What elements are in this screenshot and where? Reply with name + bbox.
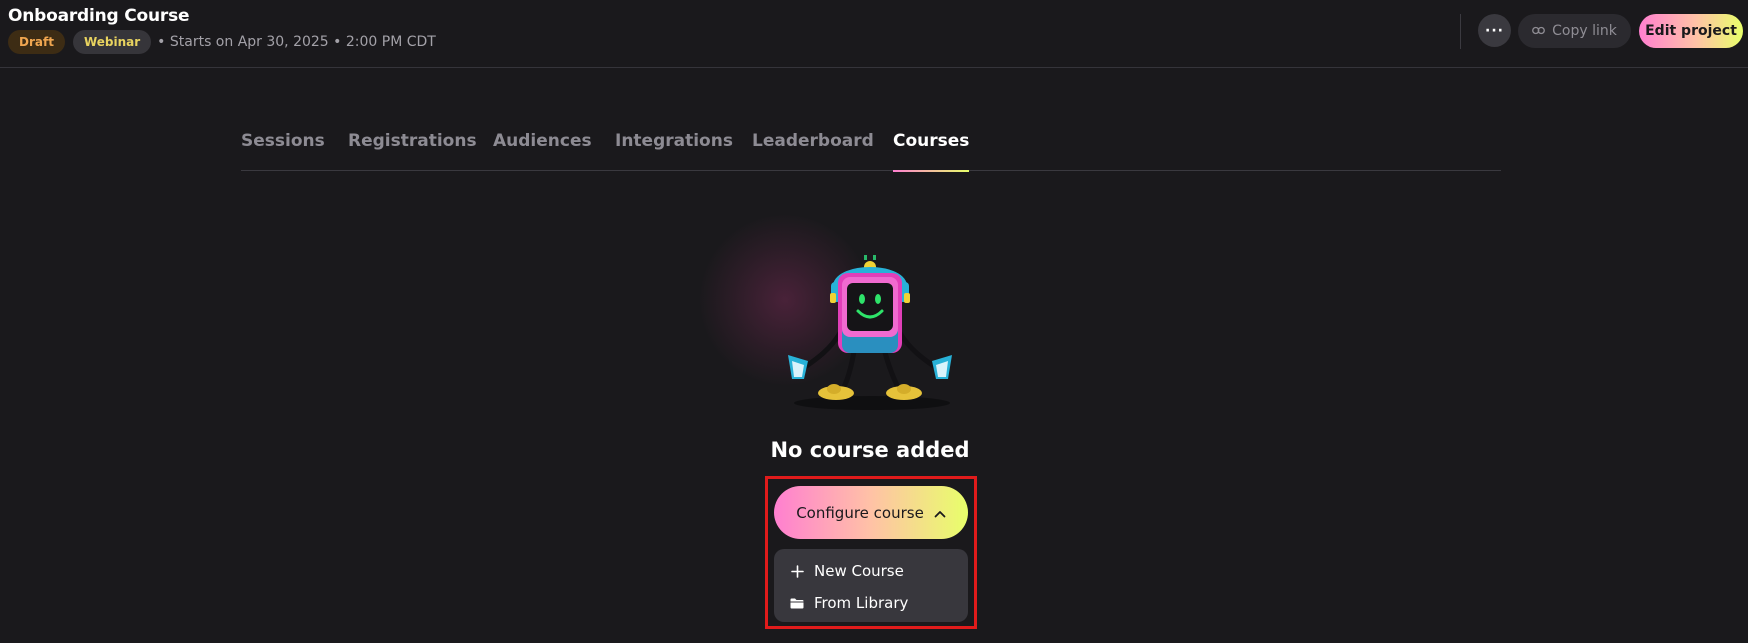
configure-course-label: Configure course	[796, 503, 924, 522]
type-badge: Webinar	[72, 30, 152, 54]
status-badge: Draft	[8, 30, 65, 54]
robot-mascot-illustration	[788, 255, 952, 410]
more-options-button[interactable]: ···	[1478, 14, 1511, 47]
active-tab-indicator	[893, 170, 970, 172]
project-header: Onboarding Course Draft Webinar • Starts…	[0, 0, 1748, 68]
project-title: Onboarding Course	[8, 6, 190, 26]
tab-leaderboard[interactable]: Leaderboard	[752, 131, 874, 171]
project-tabs: Sessions Registrations Audiences Integra…	[241, 131, 1501, 172]
link-icon	[1532, 23, 1546, 39]
tab-audiences[interactable]: Audiences	[493, 131, 592, 171]
tab-integrations[interactable]: Integrations	[615, 131, 733, 171]
empty-state-title: No course added	[770, 438, 970, 462]
copy-link-label: Copy link	[1552, 23, 1617, 39]
plus-icon	[790, 564, 804, 578]
tab-registrations[interactable]: Registrations	[348, 131, 477, 171]
header-divider	[1460, 14, 1461, 49]
menu-item-new-course[interactable]: New Course	[774, 555, 968, 587]
edit-project-button[interactable]: Edit project	[1639, 14, 1743, 48]
copy-link-button[interactable]: Copy link	[1518, 14, 1631, 48]
folder-icon	[790, 596, 804, 610]
tab-courses[interactable]: Courses	[893, 131, 970, 172]
menu-item-label: From Library	[814, 594, 909, 612]
configure-course-button[interactable]: Configure course	[774, 486, 968, 539]
more-icon: ···	[1485, 22, 1504, 39]
menu-item-label: New Course	[814, 562, 904, 580]
configure-course-menu: New Course From Library	[774, 549, 968, 622]
tab-courses-label: Courses	[893, 131, 970, 151]
tab-sessions[interactable]: Sessions	[241, 131, 325, 171]
start-date-text: • Starts on Apr 30, 2025 • 2:00 PM CDT	[157, 34, 436, 50]
project-meta: Draft Webinar • Starts on Apr 30, 2025 •…	[8, 30, 436, 54]
menu-item-from-library[interactable]: From Library	[774, 587, 968, 619]
chevron-up-icon	[934, 504, 946, 522]
